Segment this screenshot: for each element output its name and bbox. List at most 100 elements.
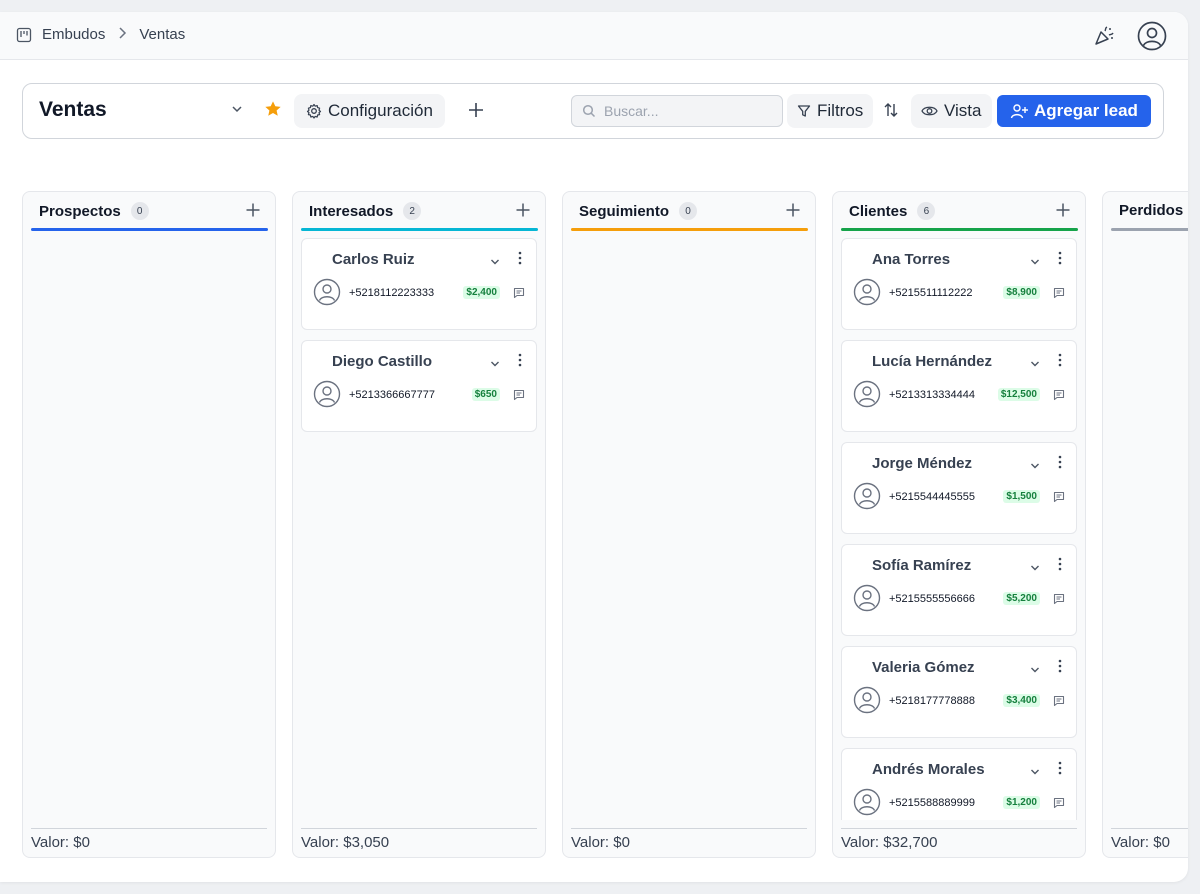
message-icon[interactable] <box>1053 388 1065 406</box>
kebab-icon[interactable] <box>1058 557 1062 576</box>
message-icon[interactable] <box>513 388 525 406</box>
lead-card[interactable]: Carlos Ruiz +5218112223333 $2,400 <box>301 238 537 330</box>
filters-label: Filtros <box>817 101 864 120</box>
lead-name: Diego Castillo <box>332 353 433 370</box>
chevron-down-icon[interactable] <box>1030 458 1040 476</box>
column-color-bar <box>571 228 808 231</box>
page-title: Ventas <box>39 98 107 121</box>
kebab-icon[interactable] <box>518 353 522 372</box>
lead-name: Jorge Méndez <box>872 455 973 472</box>
kebab-icon[interactable] <box>1058 455 1062 474</box>
message-icon[interactable] <box>1053 592 1065 610</box>
search-input[interactable] <box>604 103 774 119</box>
chevron-down-icon[interactable] <box>490 254 500 272</box>
breadcrumb: Embudos Ventas <box>16 26 185 43</box>
avatar-icon <box>853 482 881 515</box>
plus-icon[interactable] <box>785 202 801 223</box>
chevron-down-icon[interactable] <box>1030 254 1040 272</box>
card-list[interactable]: Ana Torres +5215511112222 $8,900 Lucía H… <box>841 238 1078 820</box>
lead-amount: $3,400 <box>1003 694 1040 707</box>
user-circle-icon[interactable] <box>1136 20 1168 52</box>
column-title: Clientes <box>849 202 908 220</box>
lead-card[interactable]: Andrés Morales +5215588889999 $1,200 <box>841 748 1077 820</box>
party-popper-icon[interactable] <box>1088 20 1120 52</box>
chevron-down-icon[interactable] <box>231 102 243 120</box>
lead-card[interactable]: Sofía Ramírez +5215555556666 $5,200 <box>841 544 1077 636</box>
breadcrumb-embudos[interactable]: Embudos <box>42 26 105 43</box>
column-color-bar <box>841 228 1078 231</box>
column-count: 2 <box>403 202 422 220</box>
lead-name: Ana Torres <box>872 251 951 268</box>
kebab-icon[interactable] <box>1058 659 1062 678</box>
message-icon[interactable] <box>1053 796 1065 814</box>
avatar-icon <box>313 278 341 311</box>
column-total: Valor: $0 <box>1111 828 1188 851</box>
message-icon[interactable] <box>513 286 525 304</box>
configuration-button[interactable]: Configuración <box>294 94 445 128</box>
top-bar: Embudos Ventas <box>0 12 1188 60</box>
column-header: Perdidos <box>1119 202 1183 219</box>
eye-icon <box>921 106 938 116</box>
column-title: Prospectos <box>39 202 121 220</box>
card-list[interactable] <box>31 238 268 820</box>
card-list[interactable]: Carlos Ruiz +5218112223333 $2,400 Diego … <box>301 238 538 820</box>
chevron-down-icon[interactable] <box>1030 356 1040 374</box>
card-list[interactable] <box>571 238 808 820</box>
sort-icon[interactable] <box>883 101 899 124</box>
board-icon <box>16 27 32 42</box>
kebab-icon[interactable] <box>1058 353 1062 372</box>
lead-amount: $8,900 <box>1003 286 1040 299</box>
configuration-label: Configuración <box>328 101 433 120</box>
star-icon[interactable] <box>264 100 282 123</box>
kebab-icon[interactable] <box>1058 251 1062 270</box>
message-icon[interactable] <box>1053 286 1065 304</box>
view-button[interactable]: Vista <box>911 94 992 128</box>
kebab-icon[interactable] <box>518 251 522 270</box>
filters-button[interactable]: Filtros <box>787 94 874 128</box>
lead-name: Valeria Gómez <box>872 659 975 676</box>
column-1: Interesados 2 Carlos Ruiz +5218112223333… <box>292 191 546 858</box>
message-icon[interactable] <box>1053 694 1065 712</box>
avatar-icon <box>853 380 881 413</box>
chevron-down-icon[interactable] <box>490 356 500 374</box>
lead-card[interactable]: Ana Torres +5215511112222 $8,900 <box>841 238 1077 330</box>
column-color-bar <box>31 228 268 231</box>
lead-amount: $5,200 <box>1003 592 1040 605</box>
kebab-icon[interactable] <box>1058 761 1062 780</box>
lead-amount: $2,400 <box>463 286 500 299</box>
lead-phone: +5215544445555 <box>889 491 975 503</box>
lead-card[interactable]: Lucía Hernández +5213313334444 $12,500 <box>841 340 1077 432</box>
pipeline-header: Ventas Configuración Buscar... Filtros V… <box>22 83 1164 139</box>
column-count: 0 <box>130 202 149 220</box>
search-icon <box>582 104 596 118</box>
column-title: Seguimiento <box>579 202 670 220</box>
chevron-down-icon[interactable] <box>1030 662 1040 680</box>
lead-phone: +5213366667777 <box>349 389 435 401</box>
column-title: Interesados <box>309 202 394 220</box>
lead-amount: $12,500 <box>997 388 1040 401</box>
chevron-down-icon[interactable] <box>1030 560 1040 578</box>
add-lead-button[interactable]: Agregar lead <box>997 95 1151 127</box>
card-list[interactable] <box>1111 238 1188 820</box>
lead-card[interactable]: Diego Castillo +5213366667777 $650 <box>301 340 537 432</box>
column-2: Seguimiento 0 Valor: $0 <box>562 191 816 858</box>
plus-icon[interactable] <box>515 202 531 223</box>
search-box <box>571 95 783 127</box>
lead-card[interactable]: Jorge Méndez +5215544445555 $1,500 <box>841 442 1077 534</box>
lead-name: Sofía Ramírez <box>872 557 972 574</box>
plus-icon[interactable] <box>245 202 261 223</box>
breadcrumb-ventas: Ventas <box>139 26 186 43</box>
column-count: 0 <box>679 202 698 220</box>
chevron-down-icon[interactable] <box>1030 764 1040 782</box>
lead-card[interactable]: Valeria Gómez +5218177778888 $3,400 <box>841 646 1077 738</box>
lead-name: Carlos Ruiz <box>332 251 415 268</box>
column-header: Interesados 2 <box>309 202 422 220</box>
lead-amount: $1,500 <box>1003 490 1040 503</box>
message-icon[interactable] <box>1053 490 1065 508</box>
column-total: Valor: $0 <box>571 828 807 851</box>
app-window: Embudos Ventas Ventas Configuración Busc… <box>0 12 1188 882</box>
column-title: Perdidos <box>1119 202 1184 219</box>
gear-icon <box>306 103 322 119</box>
plus-icon[interactable] <box>467 101 485 124</box>
plus-icon[interactable] <box>1055 202 1071 223</box>
